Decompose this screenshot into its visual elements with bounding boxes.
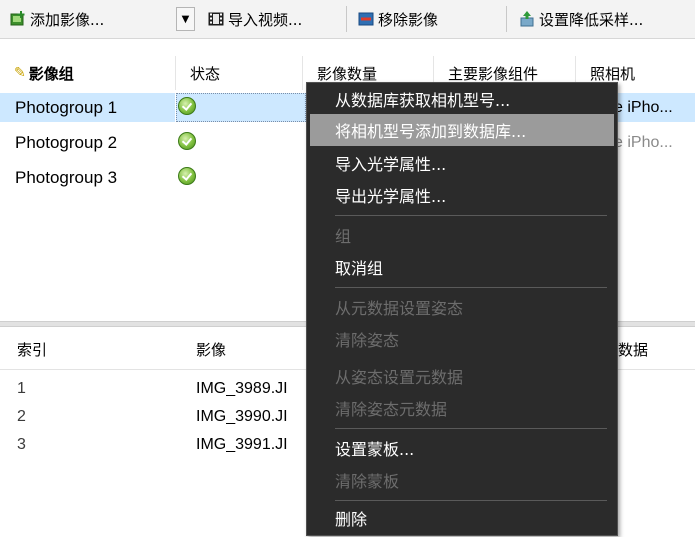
set-downsampling-button[interactable]: 设置降低采样... [519, 7, 643, 31]
remove-images-label: 移除影像 [378, 10, 439, 29]
import-video-label: 导入视频... [228, 10, 303, 29]
menu-item-add-camera-model[interactable]: 将相机型号添加到数据库... [310, 114, 614, 146]
column-header-photogroup[interactable]: ✎ 影像组 [0, 56, 176, 90]
column-header-index[interactable]: 索引 [17, 329, 47, 369]
image-index: 2 [17, 408, 26, 425]
downsample-icon [519, 11, 535, 27]
camera-cell: e iPho... [614, 133, 673, 151]
camera-cell: e iPho... [612, 93, 695, 122]
context-menu: 从数据库获取相机型号... 将相机型号添加到数据库... 导入光学属性... 导… [306, 82, 618, 536]
add-images-button[interactable]: 添加影像... [10, 7, 104, 31]
menu-item-set-mask[interactable]: 设置蒙板... [307, 432, 617, 464]
image-name: IMG_3990.JI [196, 408, 288, 425]
add-image-icon [10, 11, 26, 27]
menu-item-delete[interactable]: 删除 [307, 502, 617, 534]
menu-item-group: 组 [335, 227, 352, 246]
menu-item-set-metadata-from-pose: 从姿态设置元数据 [335, 368, 464, 387]
image-name: IMG_3989.JI [196, 380, 288, 397]
column-header-status[interactable]: 状态 [176, 56, 303, 90]
menu-item-ungroup[interactable]: 取消组 [307, 251, 617, 283]
set-downsampling-label: 设置降低采样... [539, 10, 644, 29]
menu-separator [335, 287, 607, 288]
triangle-down-icon: ▼ [181, 13, 190, 25]
add-images-dropdown[interactable]: ▼ [176, 7, 195, 31]
image-index: 3 [17, 436, 26, 453]
toolbar: 添加影像... ▼ 导入视频... 移除影像 设置降低采样... [0, 0, 695, 39]
menu-item-clear-pose-metadata: 清除姿态元数据 [335, 400, 448, 419]
menu-separator [335, 428, 607, 429]
photogroup-name: Photogroup 2 [15, 132, 118, 152]
image-name: IMG_3991.JI [196, 436, 288, 453]
menu-item-get-camera-model[interactable]: 从数据库获取相机型号... [307, 83, 617, 115]
column-header-image[interactable]: 影像 [196, 329, 226, 369]
image-index: 1 [17, 380, 26, 397]
menu-item-export-optical-properties[interactable]: 导出光学属性... [307, 179, 617, 211]
column-header-data[interactable]: 数据 [618, 329, 648, 369]
film-icon [208, 11, 224, 27]
add-images-label: 添加影像... [30, 10, 105, 29]
photogroup-name: Photogroup 3 [15, 167, 118, 187]
photogroup-name: Photogroup 1 [0, 93, 175, 122]
status-ok-icon [178, 167, 198, 187]
pencil-icon: ✎ [14, 65, 26, 81]
menu-item-import-optical-properties[interactable]: 导入光学属性... [307, 147, 617, 179]
remove-images-button[interactable]: 移除影像 [358, 7, 438, 31]
menu-item-set-pose-from-metadata: 从元数据设置姿态 [335, 299, 464, 318]
menu-item-clear-mask: 清除蒙板 [335, 472, 400, 491]
import-video-button[interactable]: 导入视频... [208, 7, 302, 31]
toolbar-separator [506, 6, 507, 32]
status-ok-icon [178, 132, 198, 152]
menu-separator [335, 500, 607, 501]
menu-item-clear-pose: 清除姿态 [335, 331, 400, 350]
status-ok-icon [178, 97, 198, 117]
menu-separator [335, 215, 607, 216]
remove-image-icon [358, 11, 374, 27]
toolbar-separator [346, 6, 347, 32]
